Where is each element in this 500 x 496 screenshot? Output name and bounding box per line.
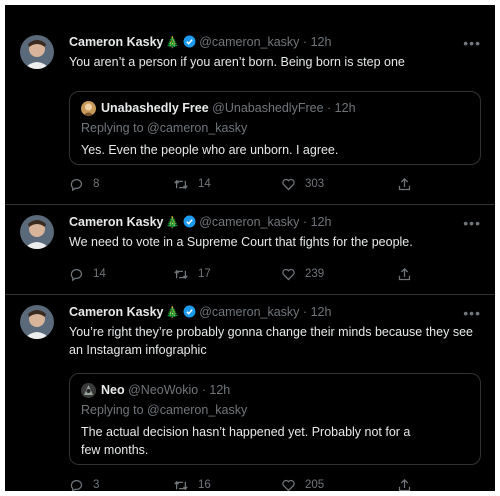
reply-icon bbox=[70, 479, 83, 491]
tweet[interactable]: Cameron Kasky 🎄 @cameron_kasky · 12h ••• Y… bbox=[5, 295, 495, 491]
quote-display-name[interactable]: Neo bbox=[101, 383, 125, 397]
tweet[interactable]: Cameron Kasky 🎄 @cameron_kasky · 12h ••• Y… bbox=[5, 5, 495, 205]
quote-timestamp: 12h bbox=[209, 383, 231, 397]
handle[interactable]: @cameron_kasky bbox=[199, 305, 299, 319]
avatar[interactable] bbox=[20, 305, 54, 339]
like-button[interactable]: 205 bbox=[281, 476, 324, 491]
handle[interactable]: @cameron_kasky bbox=[199, 215, 299, 229]
quote-handle[interactable]: @UnabashedlyFree bbox=[212, 101, 323, 115]
display-name[interactable]: Cameron Kasky bbox=[69, 215, 164, 229]
replying-to: Replying to @cameron_kasky bbox=[81, 403, 248, 417]
quote-display-name[interactable]: Unabashedly Free bbox=[101, 101, 209, 115]
tweet-text: You aren’t a person if you aren’t born. … bbox=[69, 55, 405, 69]
separator: · bbox=[327, 101, 332, 115]
share-icon bbox=[398, 267, 411, 280]
display-name[interactable]: Cameron Kasky bbox=[69, 35, 164, 49]
retweet-button[interactable]: 17 bbox=[173, 265, 211, 283]
more-options-icon[interactable]: ••• bbox=[463, 215, 481, 231]
quote-timestamp: 12h bbox=[334, 101, 356, 115]
reply-icon bbox=[70, 178, 83, 191]
verified-icon bbox=[183, 35, 196, 51]
tweet-header: Cameron Kasky 🎄 @cameron_kasky · 12h bbox=[69, 215, 465, 233]
timestamp[interactable]: 12h bbox=[311, 305, 332, 319]
heart-icon bbox=[282, 268, 295, 280]
quoted-tweet[interactable]: Neo @NeoWokio · 12h Replying to @cameron… bbox=[69, 373, 481, 465]
tweet[interactable]: Cameron Kasky 🎄 @cameron_kasky · 12h ••• W… bbox=[5, 205, 495, 295]
retweet-count: 16 bbox=[198, 479, 211, 491]
quote-avatar bbox=[81, 383, 96, 398]
like-count: 205 bbox=[305, 479, 325, 491]
share-icon bbox=[398, 177, 411, 190]
verified-icon bbox=[183, 215, 196, 231]
reply-button[interactable]: 14 bbox=[69, 265, 106, 283]
heart-icon bbox=[282, 178, 295, 190]
reply-button[interactable]: 8 bbox=[69, 175, 99, 193]
retweet-count: 14 bbox=[198, 178, 211, 190]
reply-button[interactable]: 3 bbox=[69, 476, 99, 491]
more-options-icon[interactable]: ••• bbox=[463, 35, 481, 51]
replying-to: Replying to @cameron_kasky bbox=[81, 121, 248, 135]
heart-icon bbox=[282, 479, 295, 491]
timestamp[interactable]: 12h bbox=[311, 35, 332, 49]
tweet-actions: 14 17 239 bbox=[69, 265, 419, 283]
tweet-actions: 3 16 205 bbox=[69, 476, 419, 491]
like-count: 239 bbox=[305, 268, 325, 280]
quote-avatar bbox=[81, 101, 96, 116]
tweet-actions: 8 14 303 bbox=[69, 175, 419, 193]
timestamp[interactable]: 12h bbox=[311, 215, 332, 229]
tree-emoji: 🎄 bbox=[165, 37, 180, 49]
share-button[interactable] bbox=[397, 265, 421, 283]
tweet-header: Cameron Kasky 🎄 @cameron_kasky · 12h bbox=[69, 305, 465, 323]
reply-count: 14 bbox=[93, 268, 106, 280]
retweet-icon bbox=[174, 269, 188, 279]
reply-count: 3 bbox=[93, 479, 100, 491]
timeline: Cameron Kasky 🎄 @cameron_kasky · 12h ••• Y… bbox=[5, 5, 495, 491]
quote-header: Neo @NeoWokio · 12h bbox=[101, 383, 230, 397]
tweet-text: We need to vote in a Supreme Court that … bbox=[69, 235, 413, 249]
like-button[interactable]: 303 bbox=[281, 175, 324, 193]
handle[interactable]: @cameron_kasky bbox=[199, 35, 299, 49]
share-button[interactable] bbox=[397, 175, 421, 193]
quote-handle[interactable]: @NeoWokio bbox=[128, 383, 198, 397]
reply-count: 8 bbox=[93, 178, 100, 190]
separator: · bbox=[302, 305, 308, 319]
tree-emoji: 🎄 bbox=[165, 307, 180, 319]
share-icon bbox=[398, 478, 411, 491]
verified-icon bbox=[183, 305, 196, 321]
retweet-button[interactable]: 16 bbox=[173, 476, 211, 491]
reply-icon bbox=[70, 268, 83, 281]
tweet-text: You’re right they’re probably gonna chan… bbox=[69, 325, 473, 357]
like-count: 303 bbox=[305, 178, 325, 190]
quoted-tweet[interactable]: Unabashedly Free @UnabashedlyFree · 12h … bbox=[69, 91, 481, 165]
tweet-header: Cameron Kasky 🎄 @cameron_kasky · 12h bbox=[69, 35, 465, 53]
share-button[interactable] bbox=[397, 476, 421, 491]
retweet-count: 17 bbox=[198, 268, 211, 280]
avatar[interactable] bbox=[20, 215, 54, 249]
separator: · bbox=[201, 383, 206, 397]
tree-emoji: 🎄 bbox=[165, 217, 180, 229]
retweet-button[interactable]: 14 bbox=[173, 175, 211, 193]
like-button[interactable]: 239 bbox=[281, 265, 324, 283]
retweet-icon bbox=[174, 179, 188, 189]
display-name[interactable]: Cameron Kasky bbox=[69, 305, 164, 319]
separator: · bbox=[302, 35, 308, 49]
avatar[interactable] bbox=[20, 35, 54, 69]
quote-text: The actual decision hasn’t happened yet.… bbox=[81, 425, 411, 457]
separator: · bbox=[302, 215, 308, 229]
more-options-icon[interactable]: ••• bbox=[463, 305, 481, 321]
quote-header: Unabashedly Free @UnabashedlyFree · 12h bbox=[101, 101, 356, 115]
retweet-icon bbox=[174, 480, 188, 490]
quote-text: Yes. Even the people who are unborn. I a… bbox=[81, 143, 339, 157]
